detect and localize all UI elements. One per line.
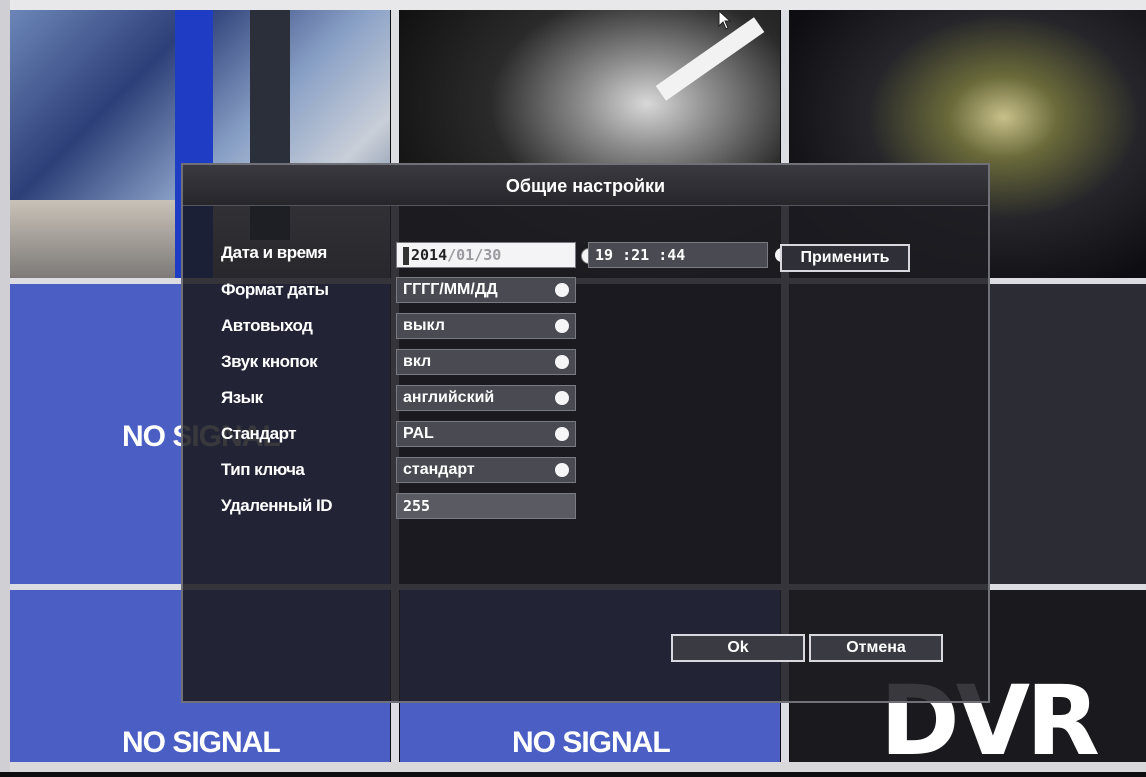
label-remote-id: Удаленный ID xyxy=(221,496,333,515)
text-cursor xyxy=(403,246,409,265)
monitor-bezel xyxy=(0,0,1146,10)
general-settings-dialog: Общие настройки Дата и время 2014/01/30 … xyxy=(181,163,990,703)
mouse-pointer-icon xyxy=(718,10,732,30)
key-type-value: стандарт xyxy=(403,461,475,478)
key-sound-value: вкл xyxy=(403,353,432,370)
apply-button[interactable]: Применить xyxy=(780,244,910,272)
monitor-bezel xyxy=(0,762,1146,772)
dropdown-toggle-icon[interactable] xyxy=(555,319,569,333)
key-sound-select[interactable]: вкл xyxy=(396,349,576,375)
date-input[interactable]: 2014/01/30 xyxy=(396,242,597,268)
label-key-type: Тип ключа xyxy=(221,460,305,479)
remote-id-value: 255 xyxy=(403,497,431,515)
dropdown-toggle-icon[interactable] xyxy=(555,391,569,405)
auto-exit-select[interactable]: выкл xyxy=(396,313,576,339)
video-standard-value: PAL xyxy=(403,425,434,442)
dialog-title: Общие настройки xyxy=(183,165,988,206)
language-value: английский xyxy=(403,389,495,406)
no-signal-text: NO SIGNAL xyxy=(512,726,671,759)
auto-exit-value: выкл xyxy=(403,317,445,334)
time-value: 19 :21 :44 xyxy=(595,246,686,264)
key-type-select[interactable]: стандарт xyxy=(396,457,576,483)
ok-button[interactable]: Ok xyxy=(671,634,805,662)
label-auto-exit: Автовыход xyxy=(221,316,313,335)
label-language: Язык xyxy=(221,388,263,407)
label-date-format: Формат даты xyxy=(221,280,329,299)
remote-id-input[interactable]: 255 xyxy=(396,493,576,519)
date-format-select[interactable]: ГГГГ/ММ/ДД xyxy=(396,277,576,303)
label-key-sound: Звук кнопок xyxy=(221,352,318,371)
dropdown-toggle-icon[interactable] xyxy=(555,427,569,441)
label-date-time: Дата и время xyxy=(221,243,327,262)
dropdown-toggle-icon[interactable] xyxy=(555,463,569,477)
time-input[interactable]: 19 :21 :44 xyxy=(588,242,789,268)
language-select[interactable]: английский xyxy=(396,385,576,411)
date-format-value: ГГГГ/ММ/ДД xyxy=(403,281,498,298)
dropdown-toggle-icon[interactable] xyxy=(555,283,569,297)
date-year: 2014 xyxy=(411,246,448,264)
date-month-day: /01/30 xyxy=(447,246,502,264)
label-video-standard: Стандарт xyxy=(221,424,297,443)
video-standard-select[interactable]: PAL xyxy=(396,421,576,447)
camera-scene-light xyxy=(655,17,765,101)
no-signal-text: NO SIGNAL xyxy=(122,726,281,759)
cancel-button[interactable]: Отмена xyxy=(809,634,943,662)
monitor-bezel xyxy=(0,0,10,772)
dropdown-toggle-icon[interactable] xyxy=(555,355,569,369)
